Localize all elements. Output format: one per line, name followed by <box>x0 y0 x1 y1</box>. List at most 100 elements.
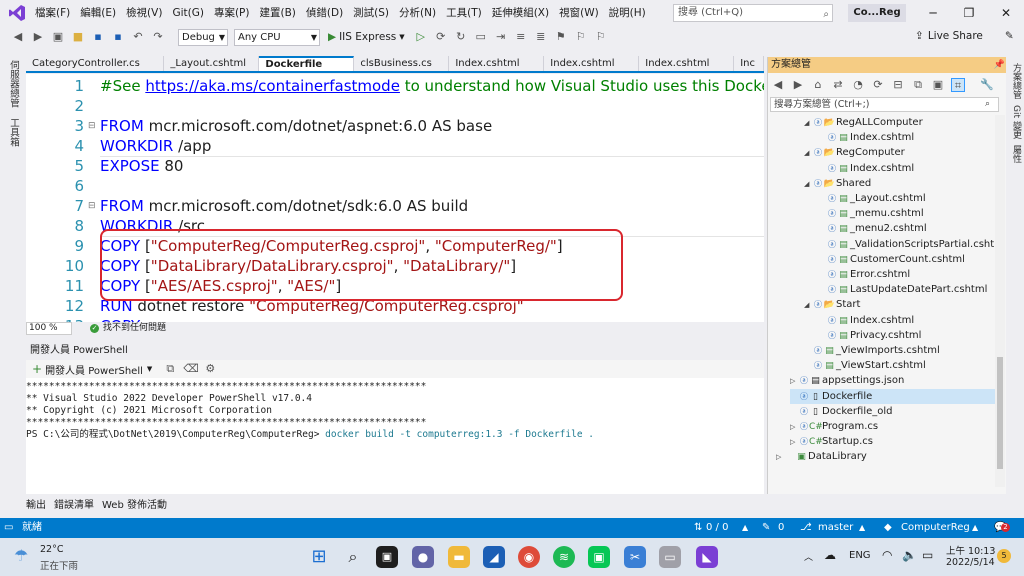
collapse-all-icon[interactable]: ⊟ <box>891 78 905 92</box>
menu-item[interactable]: Git(G) <box>167 0 209 26</box>
menu-item[interactable]: 建置(B) <box>254 0 300 26</box>
tree-node[interactable]: ⓐ ▯ Dockerfile <box>790 388 996 404</box>
snipping-tool-icon[interactable]: ✂ <box>624 546 646 568</box>
tree-node[interactable]: ⓐ ▤ Index.cshtml <box>818 130 914 145</box>
properties-icon[interactable]: ⌗ <box>951 78 965 92</box>
menu-item[interactable]: 工具(T) <box>441 0 487 26</box>
refresh-icon[interactable]: ↻ <box>454 30 468 44</box>
document-tab[interactable]: _Layout.cshtml <box>164 56 260 71</box>
home-icon[interactable]: ⌂ <box>811 78 825 92</box>
comment-icon[interactable]: ≡ <box>514 30 528 44</box>
speaker-icon[interactable]: 🔈 <box>902 548 917 562</box>
pin-icon[interactable]: 📌 <box>994 57 1005 73</box>
document-tab[interactable]: CategoryController.cs <box>26 56 165 71</box>
side-tab[interactable]: 方案總管 <box>1010 63 1023 99</box>
feedback-icon[interactable]: ✎ <box>1005 30 1014 42</box>
chevron-down-icon[interactable]: ▼ <box>147 365 152 373</box>
wifi-icon[interactable]: ◠ <box>882 548 892 562</box>
save-icon[interactable]: ▪ <box>91 30 105 44</box>
menu-item[interactable]: 編輯(E) <box>75 0 121 26</box>
bottom-tab[interactable]: 錯誤清單 <box>54 498 94 513</box>
scrollbar-thumb[interactable] <box>997 357 1003 469</box>
open-icon[interactable]: ■ <box>71 30 85 44</box>
notification-count-badge[interactable]: 5 <box>997 549 1011 563</box>
forward-icon[interactable]: ▶ <box>31 30 45 44</box>
new-project-icon[interactable]: ▣ <box>51 30 65 44</box>
clock-date[interactable]: 2022/5/14 <box>946 557 995 568</box>
tree-node[interactable]: ⓐ ▤ Error.cshtml <box>818 267 910 282</box>
clock-time[interactable]: 上午 10:13 <box>946 543 995 557</box>
edge-dev-icon[interactable]: ◢ <box>483 546 505 568</box>
toolbox-tab[interactable]: 工具箱 <box>6 118 20 147</box>
document-tab[interactable]: Index.cshtml <box>449 56 545 71</box>
side-tab[interactable]: Git 變更 <box>1010 105 1023 139</box>
pending-count[interactable]: 0 <box>778 518 784 538</box>
back-icon[interactable]: ◀ <box>11 30 25 44</box>
solution-search-input[interactable]: 搜尋方案總管 (Ctrl+;) ⌕ <box>770 97 999 112</box>
save-all-icon[interactable]: ▪ <box>111 30 125 44</box>
menu-item[interactable]: 專案(P) <box>209 0 255 26</box>
tree-node[interactable]: ▷ ⓐ ▤ appsettings.json <box>790 373 904 388</box>
pending-changes-icon[interactable]: ◔ <box>851 78 865 92</box>
commit-count[interactable]: 0 / 0 <box>706 518 728 538</box>
teams-icon[interactable]: ● <box>412 546 434 568</box>
branch-name[interactable]: master <box>818 518 853 538</box>
live-share-button[interactable]: ⇪ Live Share ✎ <box>915 30 1014 42</box>
browser-icon[interactable]: ▭ <box>474 30 488 44</box>
tree-node[interactable]: ◢ ⓐ 📂Shared <box>804 176 871 191</box>
back-icon[interactable]: ◀ <box>771 78 785 92</box>
prev-bookmark-icon[interactable]: ⚐ <box>594 30 608 44</box>
side-tab[interactable]: 屬性 <box>1010 145 1023 163</box>
expanded-icon[interactable]: ◢ <box>804 116 814 131</box>
preview-icon[interactable]: ▣ <box>931 78 945 92</box>
search-icon[interactable]: ⌕ <box>985 98 990 111</box>
document-tab[interactable]: Dockerfile <box>259 56 355 71</box>
code-editor[interactable]: 1 #See https://aka.ms/containerfastmode t… <box>26 74 764 322</box>
tree-node[interactable]: ⓐ ▤ _ViewImports.cshtml <box>804 343 940 358</box>
file-explorer-icon[interactable]: ▬ <box>448 546 470 568</box>
bottom-tab[interactable]: 輸出 <box>26 498 46 513</box>
weather-icon[interactable]: ☂ <box>14 546 28 565</box>
tree-node[interactable]: ⓐ ▤ Privacy.cshtml <box>818 328 921 343</box>
platform-select[interactable]: Any CPU ▼ <box>234 28 320 46</box>
minimize-icon[interactable]: ─ <box>915 0 951 26</box>
switch-views-icon[interactable]: ⇄ <box>831 78 845 92</box>
battery-icon[interactable]: ▭ <box>922 548 933 562</box>
start-without-debug-icon[interactable]: ▷ <box>414 30 428 44</box>
fold-icon[interactable]: ⊟ <box>88 196 96 216</box>
line-icon[interactable]: ▣ <box>588 546 610 568</box>
menu-item[interactable]: 測試(S) <box>348 0 394 26</box>
uncomment-icon[interactable]: ≣ <box>534 30 548 44</box>
tree-node[interactable]: ▷ ⓐC#Startup.cs <box>790 434 873 449</box>
tree-node[interactable]: ⓐ ▤ _ValidationScriptsPartial.cshtm <box>818 237 1004 252</box>
document-tab[interactable]: Inc <box>734 56 765 71</box>
forward-icon[interactable]: ▶ <box>791 78 805 92</box>
tree-node[interactable]: ⓐ ▤ CustomerCount.cshtml <box>818 252 965 267</box>
next-bookmark-icon[interactable]: ⚐ <box>574 30 588 44</box>
document-tab[interactable]: Index.cshtml <box>544 56 640 71</box>
terminal-select[interactable]: 開發人員 PowerShell <box>45 362 143 377</box>
issues-indicator[interactable]: ✓ 找不到任何問題 <box>90 322 166 335</box>
settings-icon[interactable]: ⚙ <box>203 362 217 376</box>
menu-item[interactable]: 說明(H) <box>604 0 651 26</box>
tree-node[interactable]: ◢ ⓐ 📂Start <box>804 297 860 312</box>
visual-studio-taskbar-icon[interactable]: ◣ <box>696 546 718 568</box>
sync-icon[interactable]: ⟳ <box>871 78 885 92</box>
new-terminal-icon[interactable]: + <box>32 362 42 376</box>
tree-node[interactable]: ◢ ⓐ 📂RegALLComputer <box>804 115 923 130</box>
close-icon[interactable]: ✕ <box>988 0 1024 26</box>
expanded-icon[interactable]: ◢ <box>804 298 814 313</box>
collapsed-icon[interactable]: ▷ <box>790 435 800 450</box>
tree-node[interactable]: ⓐ ▤ _Layout.cshtml <box>818 191 926 206</box>
tray-chevron-icon[interactable]: ︿ <box>804 550 813 563</box>
menu-item[interactable]: 檢視(V) <box>121 0 167 26</box>
fold-icon[interactable]: ⊟ <box>88 116 96 136</box>
tree-node[interactable]: ⓐ ▤ Index.cshtml <box>818 313 914 328</box>
tree-node[interactable]: ⓐ ▤ LastUpdateDatePart.cshtml <box>818 282 987 297</box>
tree-node[interactable]: ▷ ▣ DataLibrary <box>776 449 867 464</box>
document-tab[interactable]: clsBusiness.cs <box>354 56 450 71</box>
collapsed-icon[interactable]: ▷ <box>790 420 800 435</box>
menu-item[interactable]: 檔案(F) <box>30 0 75 26</box>
bottom-tab[interactable]: Web 發佈活動 <box>102 498 167 513</box>
redo-icon[interactable]: ↷ <box>151 30 165 44</box>
